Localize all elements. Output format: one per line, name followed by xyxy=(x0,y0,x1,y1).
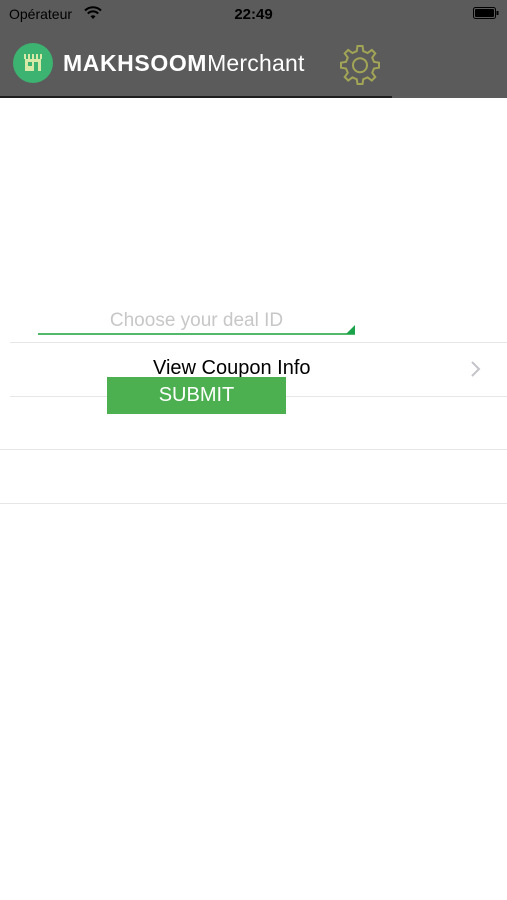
header-underline xyxy=(0,96,392,98)
brand-name-bold: MAKHSOOM xyxy=(63,50,208,76)
deal-id-underline xyxy=(38,333,355,335)
app-title: MAKHSOOMMerchant xyxy=(63,50,305,77)
dropdown-corner-icon[interactable] xyxy=(346,325,355,334)
deal-id-input[interactable] xyxy=(38,308,355,334)
brand-name-light: Merchant xyxy=(207,50,305,76)
chevron-right-icon[interactable] xyxy=(470,361,482,377)
submit-button[interactable]: SUBMIT xyxy=(107,377,286,414)
status-time: 22:49 xyxy=(234,6,273,23)
app-header: MAKHSOOMMerchant xyxy=(0,28,507,98)
status-bar: Opérateur 22:49 xyxy=(0,0,507,28)
list-separator xyxy=(0,503,507,504)
list-separator xyxy=(0,449,507,450)
list-separator xyxy=(10,342,507,343)
gear-icon[interactable] xyxy=(339,43,381,85)
storefront-logo-icon xyxy=(13,43,53,83)
battery-icon xyxy=(473,7,499,19)
